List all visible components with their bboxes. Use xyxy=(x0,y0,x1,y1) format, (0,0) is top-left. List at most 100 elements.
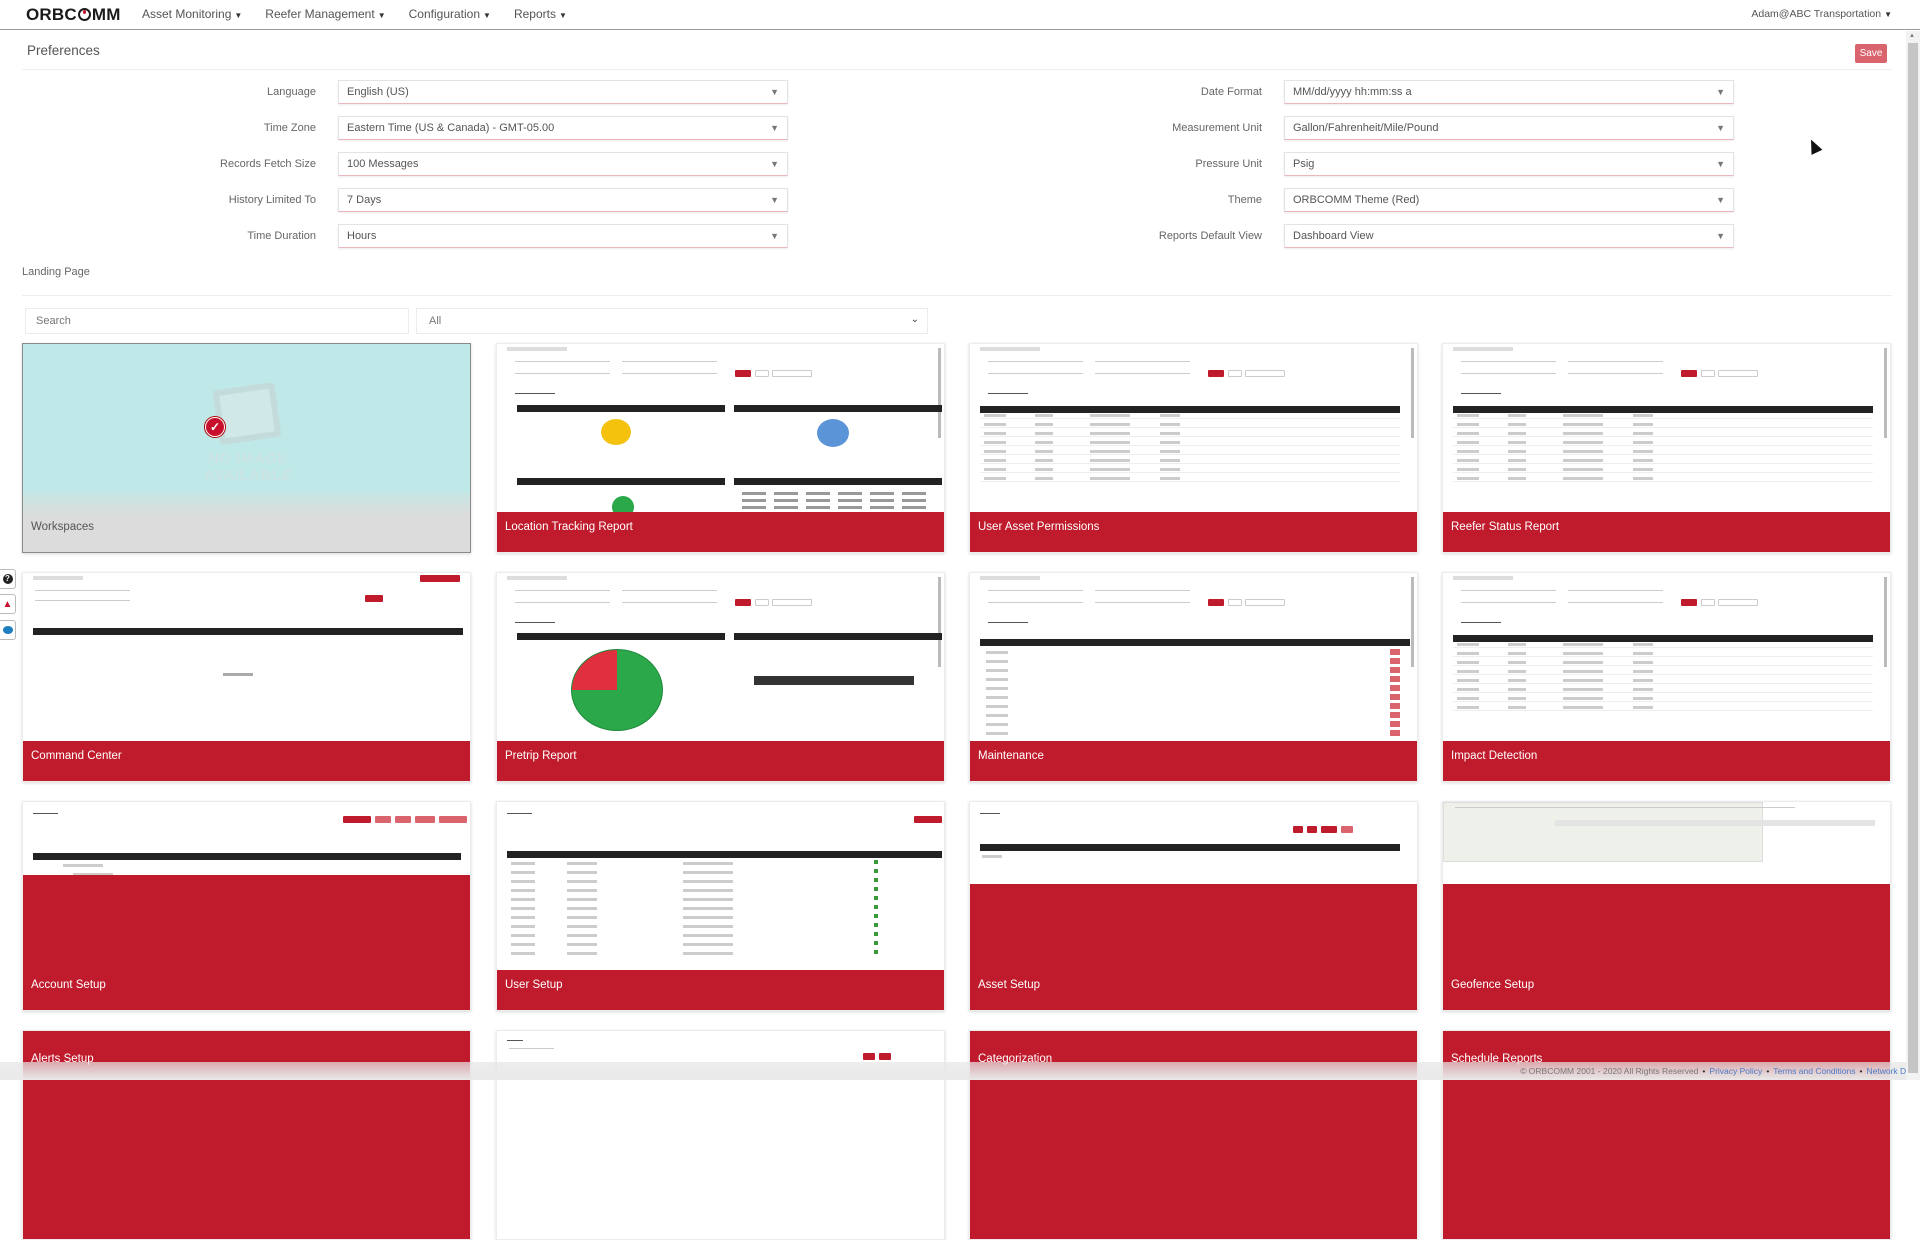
card-footer: Maintenance xyxy=(970,741,1417,781)
landing-card-impact-detection[interactable]: Impact Detection xyxy=(1442,572,1891,782)
pref-select-history-limited-to[interactable]: 7 Days ▼ xyxy=(338,188,788,212)
landing-page-label: Landing Page xyxy=(22,266,90,278)
landing-card-pretrip-report[interactable]: Pretrip Report xyxy=(496,572,945,782)
landing-card-reefer-status-report[interactable]: Reefer Status Report xyxy=(1442,343,1891,553)
scroll-up-icon[interactable]: ▲ xyxy=(1909,33,1915,39)
nav-label: Reefer Management xyxy=(265,7,375,21)
thumbnail-detail xyxy=(984,441,1006,444)
thumbnail-detail xyxy=(870,492,894,495)
thumbnail-detail xyxy=(870,499,894,502)
nav-reports[interactable]: Reports ▼ xyxy=(514,7,567,21)
landing-search-input[interactable] xyxy=(25,308,409,334)
thumbnail-detail xyxy=(1701,370,1715,377)
page-scrollbar[interactable]: ▲ xyxy=(1906,31,1920,1080)
thumbnail-detail xyxy=(1245,599,1285,606)
thumbnail-detail xyxy=(1508,670,1526,673)
nav-configuration[interactable]: Configuration ▼ xyxy=(409,7,491,21)
thumbnail-detail xyxy=(902,506,926,509)
thumbnail-detail xyxy=(1245,370,1285,377)
landing-card-account-setup[interactable]: Account Setup xyxy=(22,801,471,1011)
nav-asset-monitoring[interactable]: Asset Monitoring ▼ xyxy=(142,7,242,21)
thumbnail-detail xyxy=(1457,697,1479,700)
thumbnail-detail xyxy=(1563,661,1603,664)
thumbnail-detail xyxy=(1555,820,1875,826)
landing-card-maintenance[interactable]: Maintenance xyxy=(969,572,1418,782)
thumbnail-detail xyxy=(1457,661,1479,664)
help-button[interactable]: ? xyxy=(0,569,16,589)
pref-select-pressure-unit[interactable]: Psig ▼ xyxy=(1284,152,1734,176)
battery-bar xyxy=(754,676,914,685)
help-icon: ? xyxy=(2,574,13,584)
thumbnail-detail xyxy=(986,723,1008,726)
thumbnail-detail xyxy=(1633,706,1653,709)
scrollbar-thumb[interactable] xyxy=(1908,43,1918,1073)
privacy-policy-link[interactable]: Privacy Policy xyxy=(1709,1066,1762,1076)
thumbnail-detail xyxy=(1095,597,1190,603)
nav-reefer-management[interactable]: Reefer Management ▼ xyxy=(265,7,385,21)
thumbnail-detail xyxy=(35,595,130,601)
thumbnail-detail xyxy=(511,916,535,919)
thumbnail-detail xyxy=(986,651,1008,654)
pref-select-date-format[interactable]: MM/dd/yyyy hh:mm:ss a ▼ xyxy=(1284,80,1734,104)
thumbnail-detail xyxy=(1307,826,1317,833)
chat-button[interactable] xyxy=(0,620,16,640)
caret-down-icon: ▼ xyxy=(483,11,491,20)
thumbnail-scrollbar xyxy=(938,577,941,667)
thumbnail-detail xyxy=(984,423,1006,426)
landing-card-location-tracking-report[interactable]: Location Tracking Report xyxy=(496,343,945,553)
divider xyxy=(22,295,1892,296)
card-label: User Asset Permissions xyxy=(978,521,1100,533)
pref-select-language[interactable]: English (US) ▼ xyxy=(338,80,788,104)
pref-select-measurement-unit[interactable]: Gallon/Fahrenheit/Mile/Pound ▼ xyxy=(1284,116,1734,140)
thumbnail-detail xyxy=(1453,674,1873,675)
landing-card-workspaces[interactable]: NO IMAGE AVAILABLE ✓ Workspaces xyxy=(22,343,471,553)
thumbnail-detail xyxy=(1633,688,1653,691)
pref-label: Time Zone xyxy=(263,122,316,134)
thumbnail-detail xyxy=(515,388,555,394)
user-action-icon xyxy=(874,860,878,864)
mouse-cursor-icon xyxy=(1805,137,1823,155)
save-button[interactable]: Save xyxy=(1855,44,1887,63)
card-thumbnail xyxy=(497,344,944,512)
thumbnail-detail xyxy=(511,934,535,937)
thumbnail-detail xyxy=(567,943,597,946)
thumbnail-detail xyxy=(395,816,411,823)
landing-filter-select[interactable]: All ⌄ xyxy=(416,308,928,334)
image-frame-icon xyxy=(212,381,282,446)
thumbnail-detail xyxy=(517,478,725,485)
caret-down-icon: ▼ xyxy=(234,11,243,20)
alerts-button[interactable]: ▲ xyxy=(0,594,16,614)
orbcomm-logo[interactable]: ORBC MM xyxy=(26,5,121,25)
landing-card-geofence-setup[interactable]: Geofence Setup xyxy=(1442,801,1891,1011)
card-footer: Reefer Status Report xyxy=(1443,512,1890,552)
caret-down-icon: ▼ xyxy=(558,11,567,20)
landing-card-command-center[interactable]: Command Center xyxy=(22,572,471,782)
thumbnail-detail xyxy=(1568,585,1663,591)
pref-select-time-duration[interactable]: Hours ▼ xyxy=(338,224,788,248)
thumbnail-detail xyxy=(1160,414,1180,417)
landing-card-asset-setup[interactable]: Asset Setup xyxy=(969,801,1418,1011)
terms-link[interactable]: Terms and Conditions xyxy=(1773,1066,1855,1076)
thumbnail-detail xyxy=(415,816,435,823)
thumbnail-title xyxy=(980,347,1040,351)
thumbnail-detail xyxy=(511,889,535,892)
divider xyxy=(22,69,1892,70)
pref-select-time-zone[interactable]: Eastern Time (US & Canada) - GMT-05.00 ▼ xyxy=(338,116,788,140)
card-footer: Pretrip Report xyxy=(497,741,944,781)
caret-down-icon: ▼ xyxy=(1716,123,1725,133)
card-footer: User Asset Permissions xyxy=(970,512,1417,552)
pref-select-theme[interactable]: ORBCOMM Theme (Red) ▼ xyxy=(1284,188,1734,212)
thumbnail-detail xyxy=(838,506,862,509)
card-label: Maintenance xyxy=(978,750,1044,762)
thumbnail-detail xyxy=(980,472,1400,473)
pref-label: Theme xyxy=(1227,194,1262,206)
landing-card-user-setup[interactable]: User Setup xyxy=(496,801,945,1011)
thumbnail-detail xyxy=(33,853,461,860)
thumbnail-detail xyxy=(1453,635,1873,642)
pref-select-reports-default-view[interactable]: Dashboard View ▼ xyxy=(1284,224,1734,248)
pref-select-records-fetch-size[interactable]: 100 Messages ▼ xyxy=(338,152,788,176)
user-account-menu[interactable]: Adam@ABC Transportation ▼ xyxy=(1751,8,1892,20)
thumbnail-detail xyxy=(622,585,717,591)
thumbnail-detail xyxy=(1508,423,1526,426)
landing-card-user-asset-permissions[interactable]: User Asset Permissions xyxy=(969,343,1418,553)
